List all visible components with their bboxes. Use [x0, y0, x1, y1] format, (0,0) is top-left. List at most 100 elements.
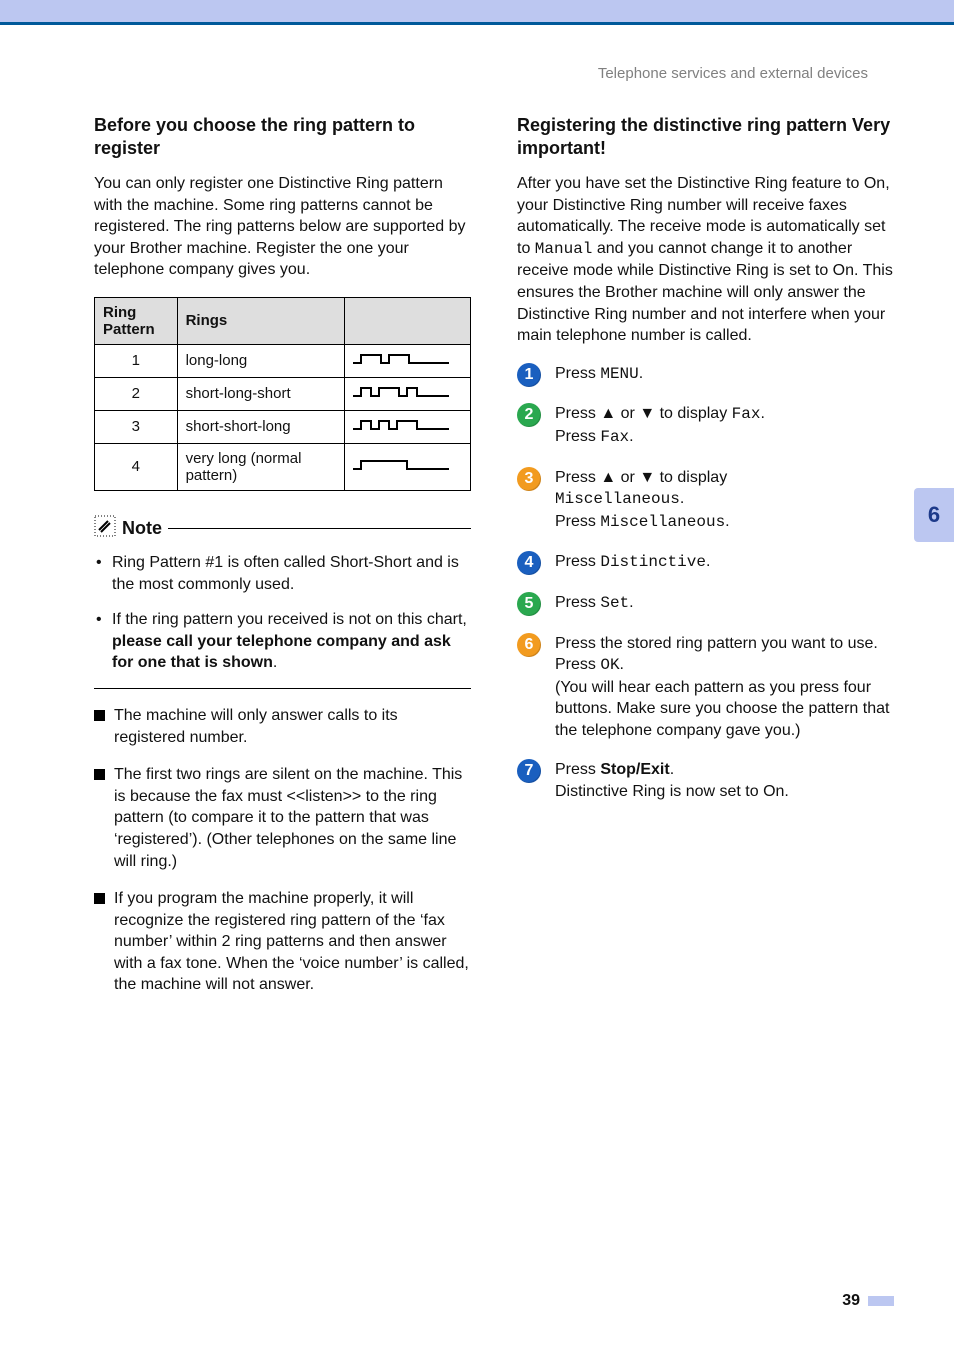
txt: .: [706, 553, 710, 570]
txt: Press: [555, 761, 600, 778]
mono-misc2: Miscellaneous: [600, 513, 725, 531]
ring-pattern-2-icon: [353, 384, 449, 400]
table-row: 4 very long (normal pattern): [95, 443, 471, 490]
left-column: Before you choose the ring pattern to re…: [94, 114, 471, 1012]
note-icon: [94, 515, 116, 542]
mono-misc: Miscellaneous: [555, 490, 680, 508]
txt: Press: [555, 594, 600, 611]
page-body: Before you choose the ring pattern to re…: [0, 82, 954, 1012]
txt: .: [629, 594, 633, 611]
txt: Press: [555, 656, 600, 673]
list-item: The first two rings are silent on the ma…: [94, 764, 471, 872]
cell-desc: long-long: [177, 344, 344, 377]
page-number: 39: [842, 1292, 860, 1310]
table-row: 3 short-short-long: [95, 410, 471, 443]
step-text: Press: [555, 365, 600, 382]
txt: Press: [555, 428, 600, 445]
breadcrumb: Telephone services and external devices: [0, 25, 954, 82]
txt: .: [670, 761, 674, 778]
txt: .: [629, 428, 633, 445]
txt: or: [616, 405, 639, 422]
table-header-row: Ring Pattern Rings: [95, 297, 471, 344]
table-row: 1 long-long: [95, 344, 471, 377]
step-number-icon: 6: [517, 633, 541, 657]
col-ring-pattern: Ring Pattern: [95, 297, 178, 344]
note-line: [168, 528, 471, 529]
step-5: 5 Press Set.: [517, 592, 894, 615]
step-number-icon: 7: [517, 759, 541, 783]
right-intro: After you have set the Distinctive Ring …: [517, 173, 894, 347]
note-header: Note: [94, 515, 471, 542]
step-number-icon: 3: [517, 467, 541, 491]
mono-fax: Fax: [732, 405, 761, 423]
txt: to display: [655, 469, 727, 486]
col-rings: Rings: [177, 297, 344, 344]
cell-pattern-icon: [344, 377, 470, 410]
txt: .: [620, 656, 624, 673]
step-number-icon: 5: [517, 592, 541, 616]
txt: to display: [655, 405, 731, 422]
list-item: If you program the machine properly, it …: [94, 888, 471, 996]
cell-pattern-icon: [344, 410, 470, 443]
note-b-bold: please call your telephone company and a…: [112, 633, 451, 672]
ring-pattern-4-icon: [353, 457, 449, 473]
cell-num: 3: [95, 410, 178, 443]
step-post: .: [639, 365, 643, 382]
s6-l1: Press the stored ring pattern you want t…: [555, 635, 878, 652]
mono-fax2: Fax: [600, 428, 629, 446]
cell-pattern-icon: [344, 443, 470, 490]
ring-table: Ring Pattern Rings 1 long-long 2 short-l…: [94, 297, 471, 491]
stop-exit-bold: Stop/Exit: [600, 761, 669, 778]
step-4: 4 Press Distinctive.: [517, 551, 894, 574]
left-intro: You can only register one Distinctive Ri…: [94, 173, 471, 281]
step-number-icon: 1: [517, 363, 541, 387]
step-7: 7 Press Stop/Exit. Distinctive Ring is n…: [517, 759, 894, 802]
ring-pattern-1-icon: [353, 351, 449, 367]
table-row: 2 short-long-short: [95, 377, 471, 410]
mono-distinctive: Distinctive: [600, 553, 706, 571]
right-column: Registering the distinctive ring pattern…: [517, 114, 894, 1012]
steps-list: 1 Press MENU. 2 Press ▲ or ▼ to display …: [517, 363, 894, 803]
cell-pattern-icon: [344, 344, 470, 377]
cell-desc: short-long-short: [177, 377, 344, 410]
mono-manual: Manual: [535, 240, 593, 258]
cell-desc: very long (normal pattern): [177, 443, 344, 490]
s3-l1: Press ▲ or ▼ to display Miscellaneous.: [555, 469, 727, 508]
page-number-wrap: 39: [842, 1292, 894, 1310]
s6-l2: Press OK.: [555, 656, 624, 673]
ring-pattern-3-icon: [353, 417, 449, 433]
down-arrow-icon: ▼: [639, 405, 655, 422]
step-2: 2 Press ▲ or ▼ to display Fax. Press Fax…: [517, 403, 894, 448]
mono-ok: OK: [600, 656, 619, 674]
down-arrow-icon: ▼: [639, 469, 655, 486]
list-item: The machine will only answer calls to it…: [94, 705, 471, 748]
step-1: 1 Press MENU.: [517, 363, 894, 386]
s3-l2: Press Miscellaneous.: [555, 513, 730, 530]
square-bullet-list: The machine will only answer calls to it…: [94, 705, 471, 996]
s2-l1: Press ▲ or ▼ to display Fax.: [555, 405, 765, 422]
top-bar: [0, 0, 954, 22]
cell-num: 4: [95, 443, 178, 490]
mono-set: Set: [600, 594, 629, 612]
txt: Press: [555, 553, 600, 570]
col-diagram: [344, 297, 470, 344]
page-number-bar-icon: [868, 1296, 894, 1306]
cell-desc: short-short-long: [177, 410, 344, 443]
s6-l3: (You will hear each pattern as you press…: [555, 679, 889, 739]
step-3: 3 Press ▲ or ▼ to display Miscellaneous.…: [517, 467, 894, 534]
txt: .: [760, 405, 764, 422]
up-arrow-icon: ▲: [600, 405, 616, 422]
section-tab: 6: [914, 488, 954, 542]
cell-num: 2: [95, 377, 178, 410]
step-number-icon: 4: [517, 551, 541, 575]
txt: Press: [555, 513, 600, 530]
note-end-line: [94, 688, 471, 689]
txt: Press: [555, 469, 600, 486]
txt: .: [680, 490, 684, 507]
note-b-pre: If the ring pattern you received is not …: [112, 611, 467, 628]
list-item: Ring Pattern #1 is often called Short-Sh…: [94, 552, 471, 595]
s7-l2: Distinctive Ring is now set to On.: [555, 783, 789, 800]
step-6: 6 Press the stored ring pattern you want…: [517, 633, 894, 742]
s2-l2: Press Fax.: [555, 428, 634, 445]
left-heading: Before you choose the ring pattern to re…: [94, 114, 471, 159]
